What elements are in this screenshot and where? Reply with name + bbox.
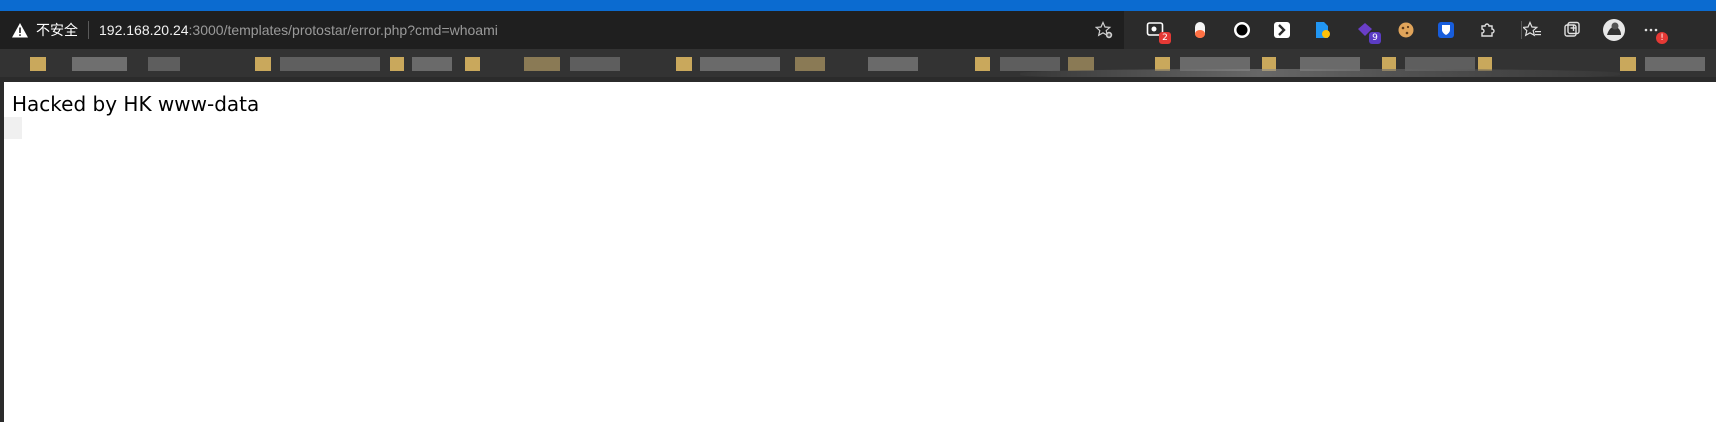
bookmark-item[interactable] xyxy=(524,57,560,71)
page-output-text: Hacked by HK www-data xyxy=(12,92,260,116)
more-menu-icon[interactable]: ! xyxy=(1642,20,1668,44)
record-circle-icon[interactable] xyxy=(1232,20,1252,40)
bookmark-item[interactable] xyxy=(700,57,780,71)
arrow-extension-icon[interactable] xyxy=(1272,20,1292,40)
shield-ext-icon[interactable] xyxy=(1436,20,1456,40)
browser-toolbar: 不安全 192.168.20.24:3000/templates/protost… xyxy=(0,11,1716,49)
warning-icon[interactable] xyxy=(11,21,29,39)
bookmark-folder-icon[interactable] xyxy=(975,57,990,71)
bookmark-item[interactable] xyxy=(795,57,825,71)
url-host: 192.168.20.24 xyxy=(99,22,189,38)
bookmark-item[interactable] xyxy=(280,57,380,71)
favorites-icon[interactable] xyxy=(1522,20,1542,40)
update-alert-badge: ! xyxy=(1656,32,1668,44)
bookmark-overflow-blur xyxy=(1020,69,1620,77)
window-title-strip xyxy=(0,0,1716,11)
bookmark-folder-icon[interactable] xyxy=(1620,57,1636,71)
bookmark-item[interactable] xyxy=(1068,57,1094,71)
address-divider xyxy=(88,21,89,39)
profile-avatar[interactable] xyxy=(1602,19,1626,41)
bookmarks-bar xyxy=(0,49,1716,77)
purple-ext-icon[interactable]: 9 xyxy=(1355,20,1381,44)
capsule-icon[interactable] xyxy=(1190,20,1210,40)
bookmark-folder-icon[interactable] xyxy=(390,57,404,71)
bookmark-item[interactable] xyxy=(570,57,620,71)
url-text[interactable]: 192.168.20.24:3000/templates/protostar/e… xyxy=(99,22,498,38)
bookmark-folder-icon[interactable] xyxy=(255,57,271,71)
url-path: :3000/templates/protostar/error.php?cmd=… xyxy=(188,22,498,38)
bookmark-folder-icon[interactable] xyxy=(676,57,692,71)
bookmark-item[interactable] xyxy=(148,57,180,71)
bookmark-item[interactable] xyxy=(412,57,452,71)
screen-capture-icon[interactable]: 2 xyxy=(1145,20,1171,44)
cookie-icon[interactable] xyxy=(1396,20,1416,40)
bookmark-folder-icon[interactable] xyxy=(30,57,46,71)
page-corner-element xyxy=(4,117,22,139)
bookmark-folder-icon[interactable] xyxy=(465,57,480,71)
bookmark-item[interactable] xyxy=(1000,57,1060,71)
add-favorite-star-icon[interactable] xyxy=(1094,20,1114,40)
security-status-label[interactable]: 不安全 xyxy=(36,20,78,40)
extensions-toolbar: 2 9 ! xyxy=(1140,11,1716,49)
puzzle-icon[interactable] xyxy=(1477,20,1497,40)
document-ext-icon[interactable] xyxy=(1312,20,1332,40)
bookmark-item[interactable] xyxy=(1645,57,1705,71)
address-bar[interactable]: 不安全 192.168.20.24:3000/templates/protost… xyxy=(0,11,1124,49)
bookmark-item[interactable] xyxy=(72,57,127,71)
page-viewport: Hacked by HK www-data xyxy=(4,82,1716,422)
extension-badge-count: 9 xyxy=(1369,32,1381,44)
collections-icon[interactable] xyxy=(1562,20,1582,40)
bookmark-item[interactable] xyxy=(868,57,918,71)
extension-badge-count: 2 xyxy=(1159,32,1171,44)
